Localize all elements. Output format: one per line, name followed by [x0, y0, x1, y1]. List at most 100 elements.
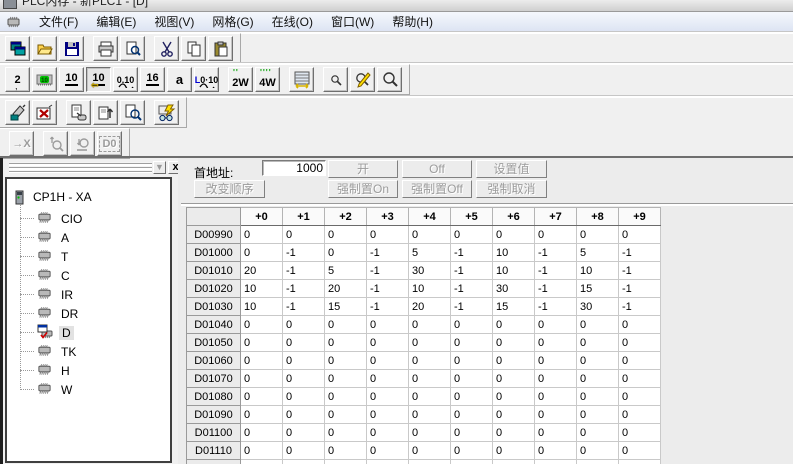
- zoom-edit-button[interactable]: [350, 67, 375, 92]
- memory-cell[interactable]: 0: [577, 424, 619, 442]
- memory-cell[interactable]: 0: [241, 424, 283, 442]
- memory-cell[interactable]: 0: [283, 226, 325, 244]
- memory-cell[interactable]: 0: [535, 442, 577, 460]
- float-format-button[interactable]: 0.10: [113, 67, 138, 92]
- row-header-D01060[interactable]: D01060: [187, 352, 241, 370]
- address-range-button[interactable]: D0: [97, 131, 122, 156]
- memory-cell[interactable]: -1: [451, 262, 493, 280]
- memory-cell[interactable]: -1: [619, 298, 661, 316]
- memory-cell[interactable]: 0: [535, 226, 577, 244]
- tree-item-d[interactable]: D: [37, 323, 170, 342]
- memory-cell[interactable]: 10: [409, 280, 451, 298]
- column-header-4[interactable]: +4: [409, 208, 451, 226]
- memory-cell[interactable]: 0: [493, 226, 535, 244]
- row-header-D01000[interactable]: D01000: [187, 244, 241, 262]
- menu-item-2[interactable]: 视图(V): [145, 11, 203, 32]
- memory-cell[interactable]: -1: [535, 262, 577, 280]
- compare-with-plc-button[interactable]: [120, 100, 145, 125]
- memory-cell[interactable]: 0: [325, 424, 367, 442]
- memory-cell[interactable]: 0: [619, 460, 661, 464]
- two-word-button[interactable]: ''2W: [228, 67, 253, 92]
- tree-item-w[interactable]: W: [37, 380, 170, 399]
- memory-cell[interactable]: -1: [619, 244, 661, 262]
- menu-item-1[interactable]: 编辑(E): [87, 11, 145, 32]
- memory-cell[interactable]: 0: [409, 316, 451, 334]
- binary-format-button[interactable]: 2,: [5, 67, 30, 92]
- hex-format-button[interactable]: 16: [140, 67, 165, 92]
- row-header-D01050[interactable]: D01050: [187, 334, 241, 352]
- force-on-button[interactable]: 强制置On: [328, 180, 398, 198]
- memory-cell[interactable]: 10: [241, 280, 283, 298]
- tree-item-cio[interactable]: CIO: [37, 209, 170, 228]
- menu-item-4[interactable]: 在线(O): [263, 11, 322, 32]
- memory-cell[interactable]: 0: [619, 442, 661, 460]
- memory-cell[interactable]: 0: [283, 388, 325, 406]
- memory-cell[interactable]: 0: [535, 424, 577, 442]
- memory-cell[interactable]: 0: [535, 370, 577, 388]
- memory-cell[interactable]: 0: [241, 406, 283, 424]
- tree-item-ir[interactable]: IR: [37, 285, 170, 304]
- memory-cell[interactable]: -1: [283, 280, 325, 298]
- memory-cell[interactable]: -1: [367, 244, 409, 262]
- memory-cell[interactable]: 0: [451, 388, 493, 406]
- double-float-format-button[interactable]: LL0.100·10: [194, 67, 219, 92]
- memory-cell[interactable]: 10: [493, 244, 535, 262]
- memory-cell[interactable]: 0: [535, 406, 577, 424]
- force-cancel-button[interactable]: 强制取消: [476, 180, 547, 198]
- memory-cell[interactable]: 0: [325, 316, 367, 334]
- row-header-D01010[interactable]: D01010: [187, 262, 241, 280]
- column-header-2[interactable]: +2: [325, 208, 367, 226]
- previous-address-button[interactable]: [43, 131, 68, 156]
- row-header-D00990[interactable]: D00990: [187, 226, 241, 244]
- memory-cell[interactable]: -1: [535, 280, 577, 298]
- memory-cell[interactable]: -1: [535, 298, 577, 316]
- memory-cell[interactable]: 20: [241, 262, 283, 280]
- menu-item-3[interactable]: 网格(G): [203, 11, 262, 32]
- column-header-0[interactable]: +0: [241, 208, 283, 226]
- memory-cell[interactable]: 0: [325, 244, 367, 262]
- memory-cell[interactable]: 0: [325, 460, 367, 464]
- memory-cell[interactable]: 0: [451, 406, 493, 424]
- memory-cell[interactable]: 0: [325, 334, 367, 352]
- memory-cell[interactable]: 0: [367, 406, 409, 424]
- menu-item-5[interactable]: 窗口(W): [322, 11, 383, 32]
- memory-cell[interactable]: -1: [283, 244, 325, 262]
- memory-cell[interactable]: 0: [451, 334, 493, 352]
- row-header-D01020[interactable]: D01020: [187, 280, 241, 298]
- start-address-input[interactable]: [262, 160, 326, 176]
- force-release-button[interactable]: →X: [9, 131, 34, 156]
- memory-cell[interactable]: 10: [577, 262, 619, 280]
- memory-cell[interactable]: 0: [409, 424, 451, 442]
- print-preview-button[interactable]: [120, 36, 145, 61]
- memory-cell[interactable]: 0: [619, 406, 661, 424]
- memory-cell[interactable]: 0: [619, 370, 661, 388]
- open-button[interactable]: [32, 36, 57, 61]
- copy-button[interactable]: [181, 36, 206, 61]
- cut-button[interactable]: [154, 36, 179, 61]
- memory-cell[interactable]: 0: [577, 370, 619, 388]
- memory-cell[interactable]: 0: [577, 226, 619, 244]
- print-button[interactable]: [93, 36, 118, 61]
- memory-cell[interactable]: -1: [451, 298, 493, 316]
- memory-cell[interactable]: -1: [535, 244, 577, 262]
- row-header-D01080[interactable]: D01080: [187, 388, 241, 406]
- column-header-5[interactable]: +5: [451, 208, 493, 226]
- memory-cell[interactable]: 0: [325, 352, 367, 370]
- address-combo[interactable]: [9, 162, 152, 173]
- memory-cell[interactable]: 20: [325, 280, 367, 298]
- memory-cell[interactable]: -1: [451, 244, 493, 262]
- column-header-7[interactable]: +7: [535, 208, 577, 226]
- fill-area-button[interactable]: [5, 100, 30, 125]
- memory-cell[interactable]: 0: [283, 316, 325, 334]
- memory-cell[interactable]: 0: [619, 334, 661, 352]
- memory-cell[interactable]: 0: [325, 388, 367, 406]
- row-header-D01120[interactable]: D01120: [187, 460, 241, 464]
- memory-cell[interactable]: 0: [367, 334, 409, 352]
- memory-cell[interactable]: -1: [283, 262, 325, 280]
- column-header-3[interactable]: +3: [367, 208, 409, 226]
- column-width-button[interactable]: [289, 67, 314, 92]
- memory-cell[interactable]: 0: [451, 460, 493, 464]
- memory-cell[interactable]: 0: [493, 334, 535, 352]
- memory-cell[interactable]: 0: [325, 406, 367, 424]
- memory-cell[interactable]: 0: [283, 406, 325, 424]
